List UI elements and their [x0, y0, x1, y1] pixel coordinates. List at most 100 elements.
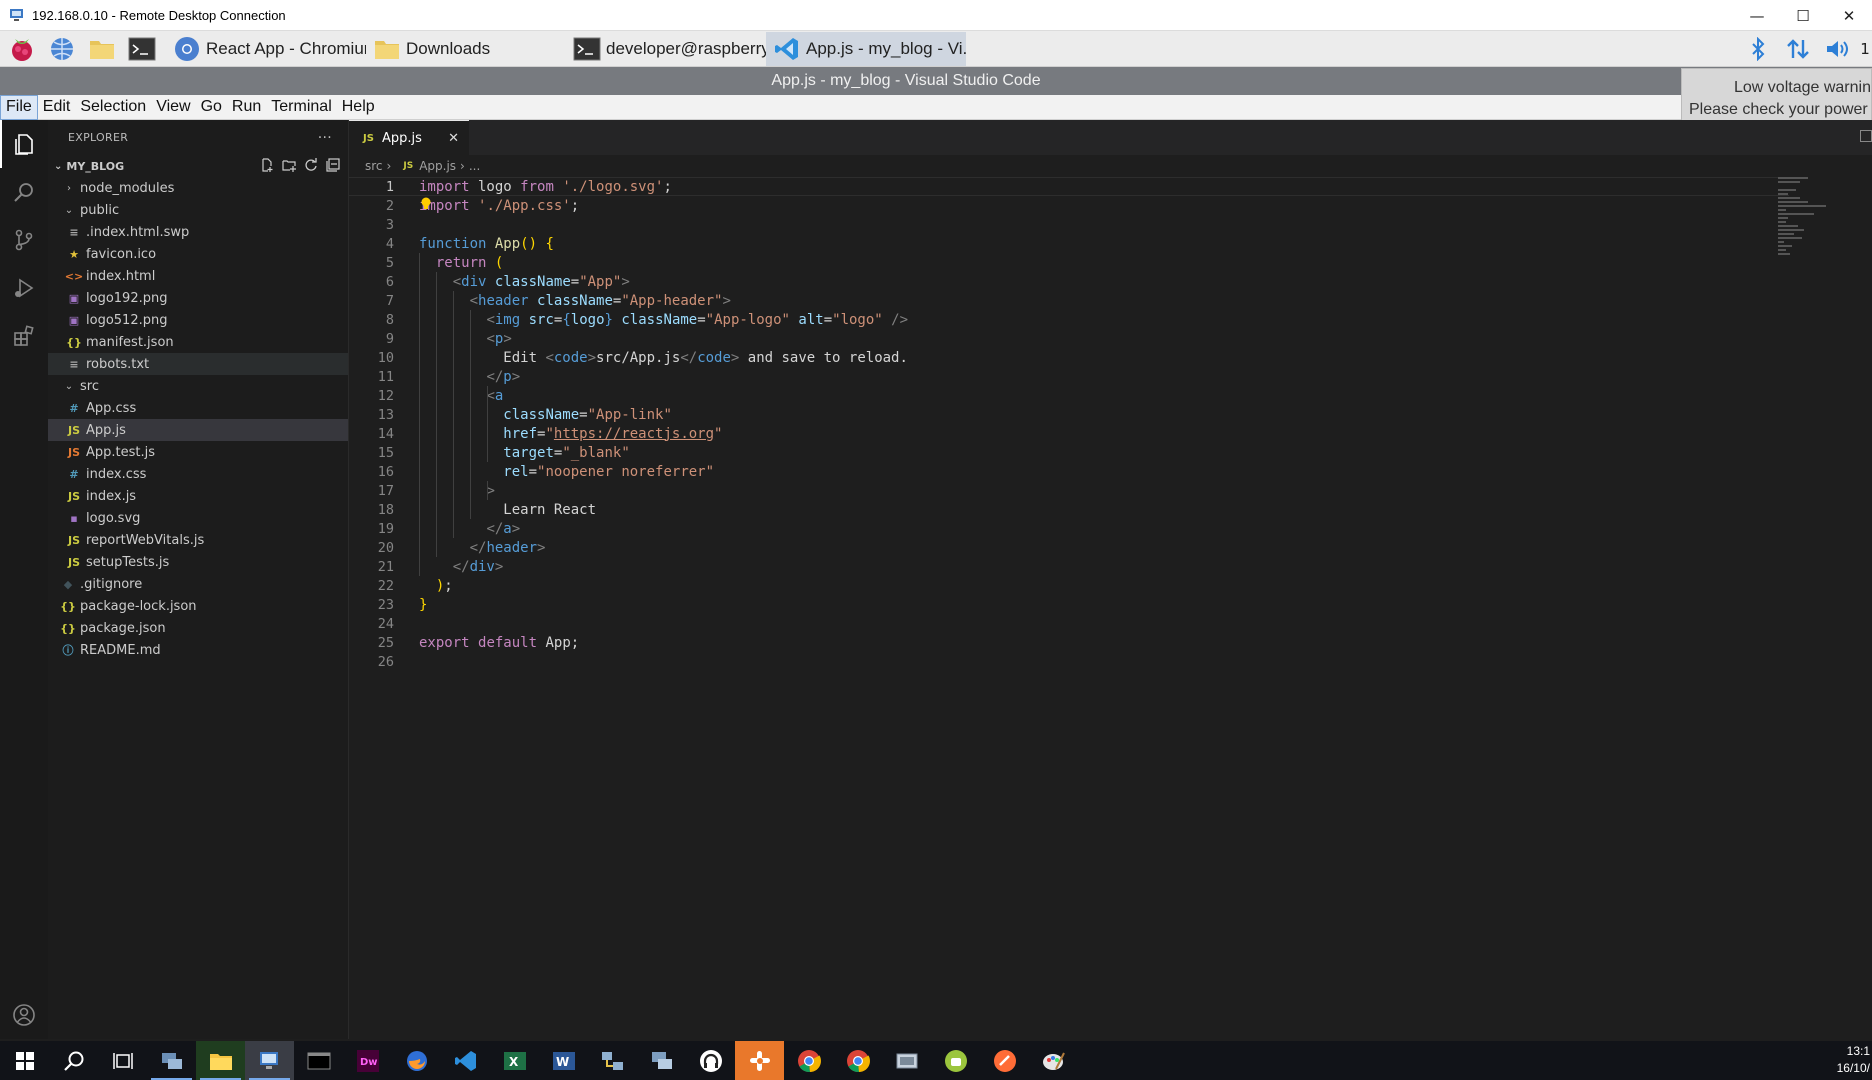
tree-file[interactable]: JS index.js: [48, 485, 348, 507]
bluetooth-icon[interactable]: [1738, 31, 1778, 67]
volume-icon[interactable]: [1818, 31, 1858, 67]
menu-selection[interactable]: Selection: [75, 95, 151, 120]
run-debug-icon[interactable]: [0, 264, 48, 312]
folder-header[interactable]: ⌄ MY_BLOG: [48, 155, 348, 177]
tree-file[interactable]: ≡ robots.txt: [48, 353, 348, 375]
code-line[interactable]: 8 <img src={logo} className="App-logo" a…: [349, 310, 1789, 329]
tree-file[interactable]: JS reportWebVitals.js: [48, 529, 348, 551]
breadcrumb-more[interactable]: ...: [469, 159, 480, 173]
firefox-icon[interactable]: [392, 1041, 441, 1080]
refresh-icon[interactable]: [304, 158, 318, 175]
tree-file[interactable]: ▣ logo512.png: [48, 309, 348, 331]
tree-file[interactable]: # App.css: [48, 397, 348, 419]
network-icon[interactable]: [1778, 31, 1818, 67]
code-line[interactable]: 23}: [349, 595, 1789, 614]
raspberry-menu-icon[interactable]: [4, 33, 40, 65]
code-line[interactable]: 16 rel="noopener noreferrer": [349, 462, 1789, 481]
tree-file[interactable]: {} package.json: [48, 617, 348, 639]
code-editor[interactable]: 1 import logo from './logo.svg'; 2 import '…: [349, 177, 1789, 977]
tree-file[interactable]: JS App.test.js: [48, 441, 348, 463]
tree-folder[interactable]: ⌄ src: [48, 375, 348, 397]
menu-run[interactable]: Run: [227, 95, 266, 120]
code-line[interactable]: 11 </p>: [349, 367, 1789, 386]
code-line[interactable]: 2 import './App.css';: [349, 196, 1789, 215]
new-file-icon[interactable]: [260, 158, 274, 175]
minimize-button[interactable]: —: [1734, 0, 1780, 31]
file-explorer-icon[interactable]: [196, 1041, 245, 1080]
chrome-icon[interactable]: [784, 1041, 833, 1080]
tree-file[interactable]: ≡ .index.html.swp: [48, 221, 348, 243]
tree-file[interactable]: # index.css: [48, 463, 348, 485]
code-line[interactable]: 13 className="App-link": [349, 405, 1789, 424]
code-line[interactable]: 3: [349, 215, 1789, 234]
code-line[interactable]: 19 </a>: [349, 519, 1789, 538]
menu-go[interactable]: Go: [196, 95, 227, 120]
postman-icon[interactable]: [980, 1041, 1029, 1080]
network-share-icon[interactable]: [588, 1041, 637, 1080]
code-line[interactable]: 20 </header>: [349, 538, 1789, 557]
tree-file[interactable]: ▣ logo192.png: [48, 287, 348, 309]
task-chromium[interactable]: React App - Chromium: [166, 32, 366, 66]
code-line[interactable]: 21 </div>: [349, 557, 1789, 576]
code-line[interactable]: 14 href="https://reactjs.org": [349, 424, 1789, 443]
accounts-icon[interactable]: [0, 991, 48, 1039]
low-voltage-notification[interactable]: Low voltage warning Please check your po…: [1681, 68, 1872, 122]
chrome-profile-icon[interactable]: [833, 1041, 882, 1080]
code-line[interactable]: 26: [349, 652, 1789, 671]
headphones-app-icon[interactable]: [686, 1041, 735, 1080]
code-line[interactable]: 17 >: [349, 481, 1789, 500]
code-line[interactable]: 6 <div className="App">: [349, 272, 1789, 291]
task-view-icon[interactable]: [98, 1041, 147, 1080]
tree-file[interactable]: {} package-lock.json: [48, 595, 348, 617]
code-line[interactable]: 9 <p>: [349, 329, 1789, 348]
source-control-icon[interactable]: [0, 216, 48, 264]
code-line[interactable]: 4 function App() {: [349, 234, 1789, 253]
code-line[interactable]: 5 return (: [349, 253, 1789, 272]
extensions-icon[interactable]: [0, 312, 48, 360]
code-line[interactable]: 12 <a: [349, 386, 1789, 405]
remote-desktop-taskbar-icon[interactable]: [245, 1041, 294, 1080]
tree-file[interactable]: JS setupTests.js: [48, 551, 348, 573]
minimap[interactable]: [1778, 177, 1838, 255]
split-editor-icon[interactable]: [1860, 130, 1872, 142]
code-line[interactable]: 10 Edit <code>src/App.js</code> and save…: [349, 348, 1789, 367]
menu-edit[interactable]: Edit: [38, 95, 76, 120]
breadcrumb-file[interactable]: App.js: [419, 159, 456, 173]
remote-connections-icon[interactable]: [637, 1041, 686, 1080]
excel-icon[interactable]: X: [490, 1041, 539, 1080]
word-icon[interactable]: W: [539, 1041, 588, 1080]
more-actions-icon[interactable]: ···: [318, 130, 332, 146]
network-app-icon[interactable]: [147, 1041, 196, 1080]
system-clock[interactable]: 13:1 16/10/: [1837, 1043, 1870, 1077]
code-line[interactable]: 1 import logo from './logo.svg';: [349, 177, 1789, 196]
web-browser-icon[interactable]: [44, 33, 80, 65]
menu-file[interactable]: File: [0, 94, 38, 120]
android-icon[interactable]: [931, 1041, 980, 1080]
search-icon[interactable]: [0, 168, 48, 216]
vscode-icon[interactable]: [441, 1041, 490, 1080]
tree-file[interactable]: JS App.js: [48, 419, 348, 441]
tree-file[interactable]: ★ favicon.ico: [48, 243, 348, 265]
search-icon[interactable]: [49, 1041, 98, 1080]
tree-folder[interactable]: ⌄ public: [48, 199, 348, 221]
tree-file[interactable]: {} manifest.json: [48, 331, 348, 353]
code-line[interactable]: 22 );: [349, 576, 1789, 595]
task-terminal[interactable]: developer@raspberry...: [566, 32, 766, 66]
maximize-button[interactable]: ☐: [1780, 0, 1826, 31]
terminal-icon[interactable]: [294, 1041, 343, 1080]
virtualbox-icon[interactable]: [882, 1041, 931, 1080]
tree-file[interactable]: ◆ .gitignore: [48, 573, 348, 595]
tree-file[interactable]: ▪ logo.svg: [48, 507, 348, 529]
new-folder-icon[interactable]: [282, 158, 296, 175]
tab-app-js[interactable]: JS App.js ✕: [349, 120, 469, 155]
code-line[interactable]: 7 <header className="App-header">: [349, 291, 1789, 310]
code-line[interactable]: 18 Learn React: [349, 500, 1789, 519]
menu-help[interactable]: Help: [337, 95, 380, 120]
close-tab-icon[interactable]: ✕: [448, 131, 459, 146]
breadcrumb-folder[interactable]: src: [365, 159, 383, 173]
code-line[interactable]: 24: [349, 614, 1789, 633]
dreamweaver-icon[interactable]: Dw: [343, 1041, 392, 1080]
code-line[interactable]: 15 target="_blank": [349, 443, 1789, 462]
collapse-all-icon[interactable]: [326, 158, 340, 175]
paint-icon[interactable]: [1029, 1041, 1078, 1080]
